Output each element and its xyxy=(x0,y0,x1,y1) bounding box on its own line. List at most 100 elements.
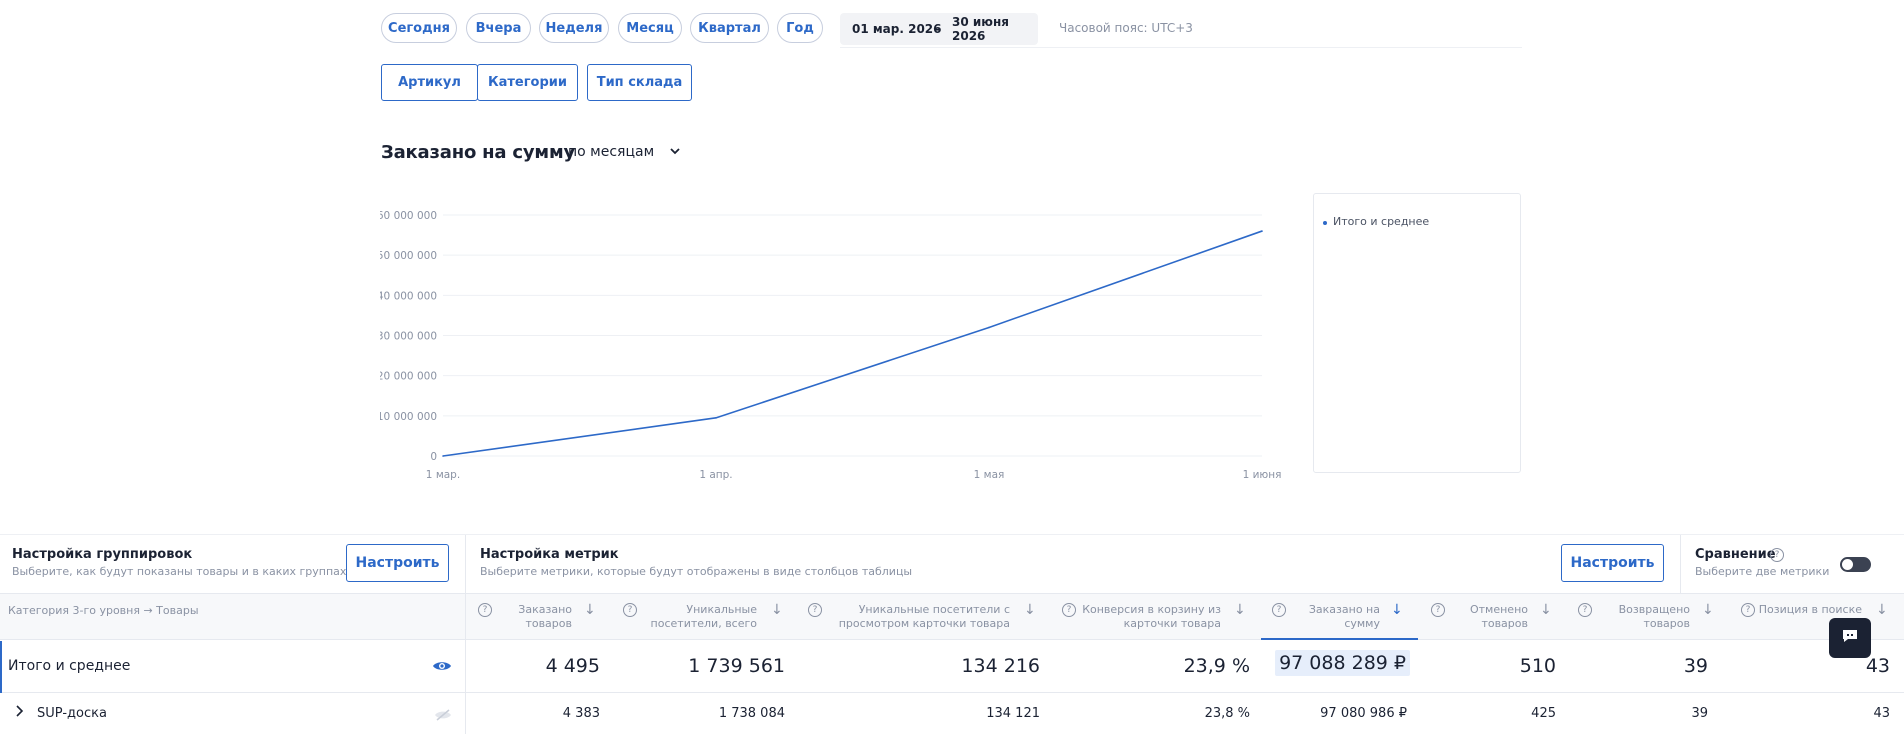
period-yesterday[interactable]: Вчера xyxy=(466,13,531,43)
series-line xyxy=(442,230,1263,457)
chat-icon xyxy=(1841,628,1859,648)
chevron-right-icon[interactable] xyxy=(14,703,24,722)
cell: 23,9 % xyxy=(1183,655,1250,677)
cell: 43 xyxy=(1865,655,1890,677)
y-tick-label: 20 000 000 xyxy=(380,371,437,383)
column-header[interactable]: Возвращено товаров xyxy=(1595,603,1690,631)
x-tick-label: 1 мар. xyxy=(426,469,460,481)
divider xyxy=(1680,535,1681,593)
sort-arrow-icon[interactable]: ↓ xyxy=(1024,602,1036,618)
column-header[interactable]: Уникальные посетители, всего xyxy=(640,603,757,631)
help-icon[interactable]: ? xyxy=(1578,603,1592,617)
y-tick-label: 50 000 000 xyxy=(380,250,437,262)
line-chart: 0 10 000 000 20 000 000 30 000 000 40 000 00… xyxy=(380,210,1282,481)
divider xyxy=(840,47,1522,48)
chat-button[interactable] xyxy=(1829,618,1871,658)
column-header-active[interactable]: Заказано на сумму xyxy=(1290,603,1380,631)
timezone-label: Часовой пояс: UTC+3 xyxy=(1059,21,1193,35)
active-column-indicator xyxy=(1261,638,1418,640)
help-icon[interactable]: ? xyxy=(1062,603,1076,617)
period-month[interactable]: Месяц xyxy=(618,13,682,43)
data-point xyxy=(715,417,717,419)
row-label: Итого и среднее xyxy=(8,658,131,674)
help-icon[interactable]: ? xyxy=(1741,603,1755,617)
chart-title: Заказано на сумму xyxy=(381,142,575,163)
sort-arrow-icon[interactable]: ↓ xyxy=(771,602,783,618)
y-tick-label: 0 xyxy=(430,451,437,463)
eye-hidden-icon[interactable] xyxy=(434,707,452,726)
cell: 39 xyxy=(1691,706,1708,721)
data-point xyxy=(1261,230,1263,232)
help-icon[interactable]: ? xyxy=(623,603,637,617)
help-icon[interactable]: ? xyxy=(1770,548,1784,562)
cell: 510 xyxy=(1519,655,1556,677)
column-header[interactable]: Отменено товаров xyxy=(1448,603,1528,631)
grouping-configure-button[interactable]: Настроить xyxy=(346,544,449,582)
cell: 134 121 xyxy=(986,706,1040,721)
group-by-warehouse-type-button[interactable]: Тип склада xyxy=(587,64,692,101)
chevron-down-icon[interactable] xyxy=(669,145,681,160)
sort-arrow-icon[interactable]: ↓ xyxy=(1702,602,1714,618)
grouping-settings-subtitle: Выберите, как будут показаны товары и в … xyxy=(12,565,347,578)
date-separator: – xyxy=(935,22,941,36)
help-icon[interactable]: ? xyxy=(808,603,822,617)
compare-subtitle: Выберите две метрики xyxy=(1695,565,1830,578)
period-year[interactable]: Год xyxy=(777,13,823,43)
cell: 134 216 xyxy=(961,655,1040,677)
granularity-select[interactable]: по месяцам xyxy=(568,144,654,160)
cell: 1 738 084 xyxy=(718,706,785,721)
metrics-configure-button[interactable]: Настроить xyxy=(1561,544,1664,582)
chart-legend: Итого и среднее xyxy=(1313,193,1521,473)
period-quarter[interactable]: Квартал xyxy=(690,13,769,43)
date-from: 01 мар. 2026 xyxy=(852,22,942,36)
toggle-knob xyxy=(1842,559,1853,570)
table-row[interactable]: SUP-доска 4 383 1 738 084 134 121 23,8 %… xyxy=(0,694,1904,734)
first-column-header: Категория 3-го уровня → Товары xyxy=(8,604,199,617)
sort-arrow-icon[interactable]: ↓ xyxy=(1234,602,1246,618)
divider xyxy=(0,534,1904,535)
cell: 1 739 561 xyxy=(688,655,785,677)
group-by-category-button[interactable]: Категории xyxy=(477,64,578,101)
eye-icon[interactable] xyxy=(432,658,452,677)
metrics-settings-subtitle: Выберите метрики, которые будут отображе… xyxy=(480,565,913,578)
legend-item-label: Итого и среднее xyxy=(1333,215,1430,228)
sort-arrow-icon[interactable]: ↓ xyxy=(1876,602,1888,618)
column-header[interactable]: Уникальные посетители с просмотром карточ… xyxy=(825,603,1010,631)
sort-arrow-icon[interactable]: ↓ xyxy=(584,602,596,618)
cell: 43 xyxy=(1873,706,1890,721)
sort-arrow-icon[interactable]: ↓ xyxy=(1540,602,1552,618)
cell: 23,8 % xyxy=(1204,706,1250,721)
date-range-picker[interactable]: 01 мар. 2026 – 30 июня 2026 xyxy=(840,13,1038,45)
x-tick-label: 1 мая xyxy=(974,469,1005,481)
cell: 39 xyxy=(1683,655,1708,677)
cell: 4 495 xyxy=(545,655,600,677)
cell-highlighted: 97 088 289 ₽ xyxy=(1250,650,1410,676)
x-tick-label: 1 июня xyxy=(1243,469,1282,481)
period-today[interactable]: Сегодня xyxy=(381,13,457,43)
y-tick-label: 40 000 000 xyxy=(380,290,437,302)
cell: 425 xyxy=(1531,706,1556,721)
y-tick-label: 30 000 000 xyxy=(380,331,437,343)
data-point xyxy=(442,455,444,457)
divider xyxy=(465,535,466,593)
row-label: SUP-доска xyxy=(37,706,107,721)
cell: 4 383 xyxy=(562,706,600,721)
y-tick-label: 60 000 000 xyxy=(380,210,437,222)
group-by-article-button[interactable]: Артикул xyxy=(381,64,478,101)
x-tick-label: 1 апр. xyxy=(699,469,732,481)
row-indicator xyxy=(0,641,2,693)
date-to: 30 июня 2026 xyxy=(952,15,1009,43)
column-header[interactable]: Заказано товаров xyxy=(490,603,572,631)
help-icon[interactable]: ? xyxy=(1272,603,1286,617)
period-week[interactable]: Неделя xyxy=(539,13,609,43)
sort-arrow-icon[interactable]: ↓ xyxy=(1391,602,1403,618)
metrics-settings-title: Настройка метрик xyxy=(480,547,619,562)
cell: 97 080 986 ₽ xyxy=(1320,706,1407,721)
compare-toggle[interactable] xyxy=(1840,557,1871,572)
table-row-total[interactable]: Итого и среднее 4 495 1 739 561 134 216 … xyxy=(0,641,1904,693)
data-point xyxy=(988,326,990,329)
compare-title: Сравнение xyxy=(1695,547,1776,562)
column-header[interactable]: Конверсия в корзину из карточки товара xyxy=(1079,603,1221,631)
help-icon[interactable]: ? xyxy=(1431,603,1445,617)
y-tick-label: 10 000 000 xyxy=(380,411,437,423)
